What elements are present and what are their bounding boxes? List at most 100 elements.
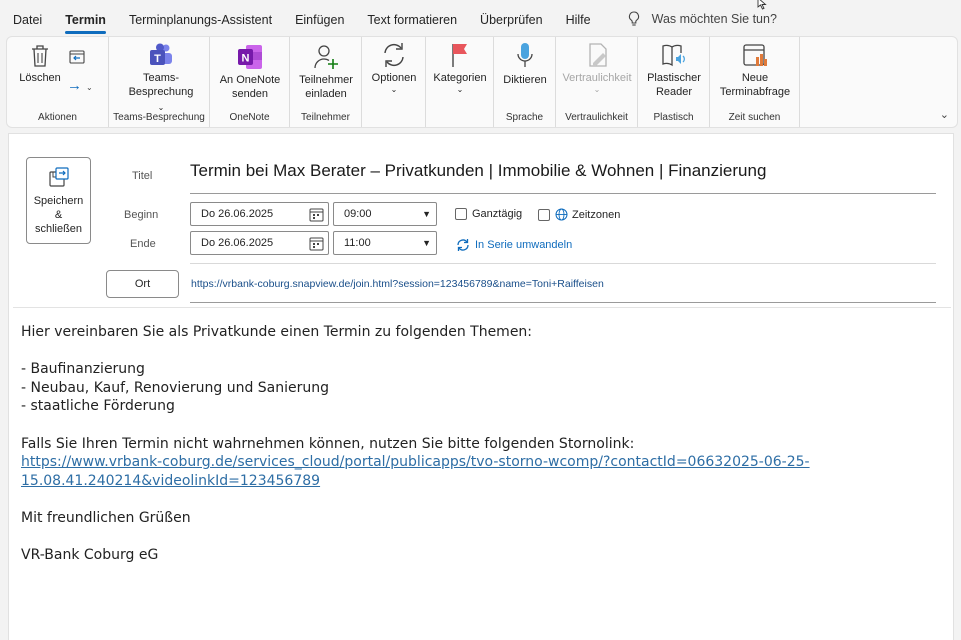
delete-button[interactable]: Löschen bbox=[15, 43, 65, 85]
start-date-value: Do 26.06.2025 bbox=[201, 208, 274, 220]
timezones-label: Zeitzonen bbox=[572, 208, 621, 221]
group-label-plastisch: Plastisch bbox=[653, 112, 694, 123]
immersive-reader-button[interactable]: Plastischer Reader bbox=[642, 41, 706, 99]
start-label: Beginn bbox=[124, 209, 159, 221]
recurrence-icon bbox=[457, 239, 469, 251]
end-time-value: 11:00 bbox=[344, 237, 371, 249]
reader-label-1: Plastischer bbox=[647, 72, 701, 84]
make-recurring-link[interactable]: In Serie umwandeln bbox=[456, 238, 572, 252]
poll-label-1: Neue bbox=[741, 72, 769, 84]
allday-checkbox[interactable]: Ganztägig bbox=[455, 208, 522, 220]
ribbon-expand-chevron-icon[interactable]: ⌄ bbox=[940, 108, 949, 121]
new-poll-button[interactable]: Neue Terminabfrage bbox=[714, 41, 796, 99]
start-time-value: 09:00 bbox=[344, 208, 372, 220]
save-and-close-button[interactable]: Speichern & schließen bbox=[26, 157, 91, 244]
menu-einfuegen[interactable]: Einfügen bbox=[295, 0, 344, 38]
calendar-icon[interactable] bbox=[309, 207, 324, 222]
body-topic: - staatliche Förderung bbox=[21, 398, 175, 415]
end-label: Ende bbox=[130, 238, 156, 250]
group-aktionen: Löschen → ⌄ Aktionen bbox=[7, 37, 109, 127]
group-label-teams: Teams-Besprechung bbox=[113, 112, 205, 123]
end-time-select[interactable]: 11:00 ▼ bbox=[333, 231, 437, 255]
group-label-teilnehmer: Teilnehmer bbox=[301, 112, 350, 123]
dictate-button[interactable]: Diktieren bbox=[498, 41, 552, 87]
message-body[interactable]: Hier vereinbaren Sie als Privatkunde ein… bbox=[21, 323, 941, 565]
storno-link[interactable]: 15.08.41.240214&videolinkId=123456789 bbox=[21, 472, 941, 491]
sensitivity-label: Vertraulichkeit bbox=[562, 72, 632, 84]
teams-icon: T bbox=[150, 43, 172, 65]
book-speaker-icon bbox=[662, 44, 685, 67]
onenote-icon: N bbox=[238, 45, 262, 69]
calendar-icon[interactable] bbox=[309, 236, 324, 251]
group-optionen: Optionen ⌄ bbox=[362, 37, 426, 127]
group-plastisch: Plastischer Reader Plastisch bbox=[638, 37, 710, 127]
teilnehmer-label-1: Teilnehmer bbox=[299, 74, 353, 86]
menu-ueberpruefen[interactable]: Überprüfen bbox=[480, 0, 543, 38]
categorize-label: Kategorien bbox=[433, 72, 487, 84]
group-teilnehmer: Teilnehmer einladen Teilnehmer bbox=[290, 37, 362, 127]
calendar-forward-icon[interactable] bbox=[69, 49, 85, 65]
group-label-sprache: Sprache bbox=[505, 112, 544, 123]
timezones-box[interactable] bbox=[538, 208, 550, 221]
body-topic: - Neubau, Kauf, Renovierung und Sanierun… bbox=[21, 379, 330, 396]
storno-link[interactable]: https://www.vrbank-coburg.de/services_cl… bbox=[21, 453, 941, 472]
reader-label-2: Reader bbox=[655, 86, 693, 98]
group-label-onenote: OneNote bbox=[229, 112, 270, 123]
end-date-value: Do 26.06.2025 bbox=[201, 237, 274, 249]
group-sprache: Diktieren Sprache bbox=[494, 37, 556, 127]
dropdown-arrow-icon[interactable]: ▼ bbox=[422, 232, 431, 254]
group-label-zeit-suchen: Zeit suchen bbox=[728, 112, 781, 123]
options-label: Optionen bbox=[371, 72, 417, 84]
tell-me-placeholder: Was möchten Sie tun? bbox=[651, 12, 777, 26]
location-input[interactable]: https://vrbank-coburg.snapview.de/join.h… bbox=[191, 278, 604, 290]
sync-arrows-icon bbox=[384, 43, 404, 67]
menu-terminplanungs-assistent[interactable]: Terminplanungs-Assistent bbox=[129, 0, 272, 38]
save-label-3: schließen bbox=[34, 223, 83, 235]
menu-hilfe[interactable]: Hilfe bbox=[566, 0, 591, 38]
svg-text:N: N bbox=[242, 53, 250, 65]
body-divider bbox=[13, 307, 951, 308]
menu-text-formatieren[interactable]: Text formatieren bbox=[367, 0, 457, 38]
save-label-2: & bbox=[54, 209, 63, 221]
options-button[interactable]: Optionen ⌄ bbox=[366, 41, 422, 94]
save-close-icon bbox=[48, 167, 69, 187]
end-date-picker[interactable]: Do 26.06.2025 bbox=[190, 231, 329, 255]
mouse-cursor-icon bbox=[757, 0, 767, 10]
send-to-onenote-button[interactable]: N An OneNote senden bbox=[216, 43, 284, 101]
timezones-checkbox[interactable]: Zeitzonen bbox=[538, 208, 620, 221]
dictate-label: Diktieren bbox=[503, 74, 547, 86]
menu-datei[interactable]: Datei bbox=[13, 0, 42, 38]
categorize-button[interactable]: Kategorien ⌄ bbox=[430, 41, 490, 94]
sensitivity-icon bbox=[589, 43, 607, 67]
divider bbox=[190, 263, 936, 264]
start-time-select[interactable]: 09:00 ▼ bbox=[333, 202, 437, 226]
ribbon: Löschen → ⌄ Aktionen T Teams- Besprechung… bbox=[6, 36, 958, 128]
globe-icon bbox=[555, 208, 568, 221]
group-zeit-suchen: Neue Terminabfrage Zeit suchen bbox=[710, 37, 800, 127]
allday-label: Ganztägig bbox=[472, 208, 523, 220]
add-person-icon bbox=[314, 45, 338, 69]
onenote-label-1: An OneNote bbox=[219, 74, 281, 86]
flag-icon bbox=[452, 44, 467, 67]
onenote-label-2: senden bbox=[231, 88, 269, 100]
body-storno-text: Falls Sie Ihren Termin nicht wahrnehmen … bbox=[21, 435, 635, 452]
poll-label-2: Terminabfrage bbox=[719, 86, 791, 98]
invite-attendees-button[interactable]: Teilnehmer einladen bbox=[294, 43, 358, 101]
svg-text:T: T bbox=[154, 53, 161, 65]
menu-termin[interactable]: Termin bbox=[65, 0, 106, 38]
tell-me-search[interactable]: Was möchten Sie tun? bbox=[628, 11, 777, 27]
title-label: Titel bbox=[132, 170, 153, 182]
make-recurring-label: In Serie umwandeln bbox=[475, 239, 573, 251]
dropdown-arrow-icon[interactable]: ▼ bbox=[422, 203, 431, 225]
forward-arrow-icon[interactable]: → ⌄ bbox=[67, 77, 93, 94]
teams-label-1: Teams- bbox=[142, 72, 180, 84]
sensitivity-button[interactable]: Vertraulichkeit ⌄ bbox=[558, 41, 636, 94]
title-input[interactable]: Termin bei Max Berater – Privatkunden | … bbox=[190, 161, 766, 181]
allday-box[interactable] bbox=[455, 208, 467, 220]
save-label-1: Speichern bbox=[33, 195, 84, 207]
teams-meeting-button[interactable]: T Teams- Besprechung ⌄ bbox=[127, 43, 195, 115]
location-button[interactable]: Ort bbox=[106, 270, 179, 298]
start-date-picker[interactable]: Do 26.06.2025 bbox=[190, 202, 329, 226]
menu-bar: Datei Termin Terminplanungs-Assistent Ei… bbox=[0, 0, 961, 38]
teilnehmer-label-2: einladen bbox=[305, 88, 347, 100]
